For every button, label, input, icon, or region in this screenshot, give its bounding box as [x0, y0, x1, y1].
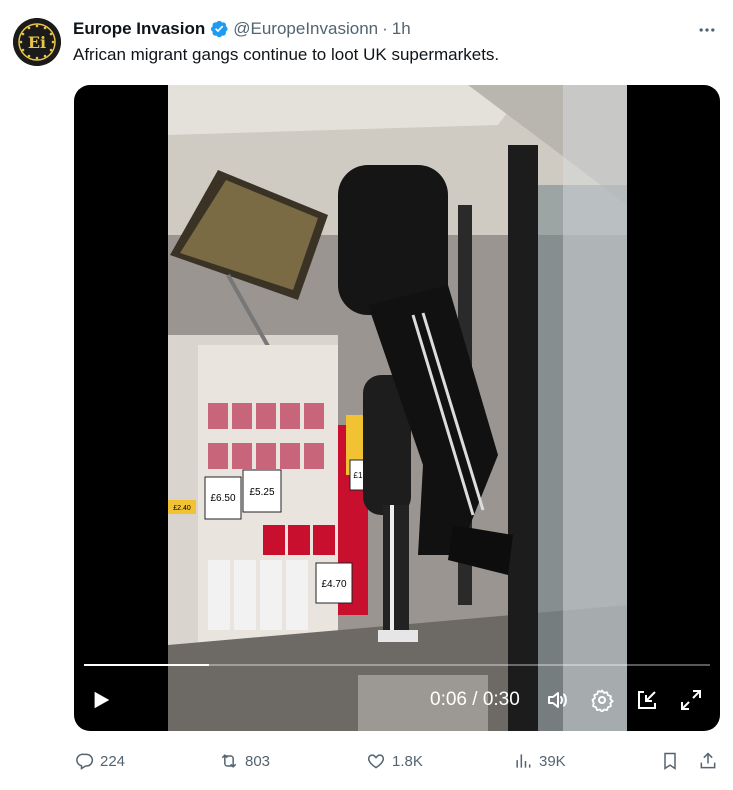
- author-name[interactable]: Europe Invasion: [73, 19, 205, 39]
- tweet[interactable]: Ei Europe Invasion @EuropeInvasionn · 1h…: [0, 0, 733, 790]
- avatar-text: Ei: [28, 33, 46, 52]
- video-progress-fill: [84, 664, 210, 666]
- price-label: £1: [354, 471, 363, 480]
- play-icon[interactable]: [88, 685, 114, 715]
- tweet-actions: 224 803 1.8K 39K: [74, 746, 720, 776]
- tweet-header: Europe Invasion @EuropeInvasionn · 1h: [73, 18, 411, 40]
- price-label: £4.70: [321, 579, 346, 590]
- tweet-text: African migrant gangs continue to loot U…: [73, 45, 500, 64]
- bar-chart-icon: [516, 754, 531, 768]
- duration: 0:30: [482, 689, 520, 710]
- video-timecode: 0:06 / 0:30: [430, 689, 520, 711]
- header-separator: ·: [382, 19, 388, 38]
- retweet-button[interactable]: 803: [219, 746, 270, 776]
- bookmark-icon[interactable]: [660, 746, 680, 776]
- heart-icon: [367, 754, 385, 769]
- share-icon[interactable]: [698, 746, 718, 776]
- retweet-count: 803: [245, 752, 271, 770]
- more-horizontal-icon[interactable]: [695, 18, 719, 42]
- reply-count: 224: [100, 752, 126, 770]
- picture-in-picture-icon[interactable]: [634, 687, 660, 713]
- price-label: £6.50: [210, 493, 235, 504]
- video-controls: 0:06 / 0:30: [74, 671, 720, 731]
- fullscreen-icon[interactable]: [678, 687, 704, 713]
- avatar-logo: Ei: [13, 18, 61, 66]
- volume-icon[interactable]: [544, 687, 570, 713]
- view-count: 39K: [539, 752, 566, 770]
- current-time: 0:06: [430, 689, 467, 710]
- gear-icon[interactable]: [589, 687, 615, 713]
- like-count: 1.8K: [392, 752, 423, 770]
- video-frame: £6.50 £5.25 £4.70 £2.40 £1: [168, 85, 627, 731]
- like-button[interactable]: 1.8K: [366, 746, 423, 776]
- verified-badge-icon[interactable]: [209, 19, 229, 39]
- reply-button[interactable]: 224: [74, 746, 125, 776]
- time-separator: /: [472, 689, 478, 710]
- reply-icon: [76, 753, 94, 770]
- avatar[interactable]: Ei: [13, 18, 61, 66]
- video-progress-track[interactable]: [84, 664, 710, 666]
- author-handle[interactable]: @EuropeInvasionn: [233, 19, 378, 39]
- video-player[interactable]: £6.50 £5.25 £4.70 £2.40 £1 0:06 / 0:30: [74, 85, 720, 731]
- price-label: £5.25: [249, 487, 274, 498]
- retweet-icon: [221, 754, 237, 768]
- tweet-time[interactable]: 1h: [392, 19, 411, 39]
- price-label: £2.40: [173, 505, 191, 512]
- views-button[interactable]: 39K: [513, 746, 566, 776]
